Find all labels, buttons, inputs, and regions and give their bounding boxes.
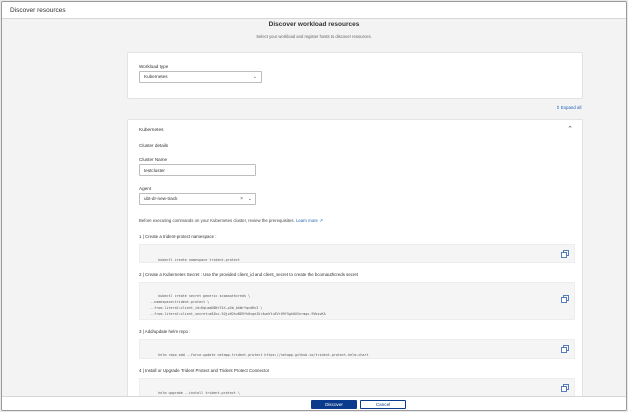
- agent-value: ubt-dr-new-track: [144, 196, 178, 201]
- step-3-code: helm repo add --force-update netapp-trid…: [158, 353, 369, 357]
- agent-select[interactable]: ubt-dr-new-track × ⌄: [139, 193, 256, 205]
- step-2-code: kubectl create secret generic scomauthcr…: [150, 294, 326, 316]
- step-2-code-block: kubectl create secret generic scomauthcr…: [139, 282, 575, 320]
- step-4-title: 4 | Install or Upgrade Trident Protect a…: [139, 368, 270, 373]
- cluster-name-label: Cluster Name: [139, 157, 168, 162]
- expand-all-link[interactable]: ⇕ Expand all: [556, 105, 581, 111]
- agent-label: Agent: [139, 186, 152, 191]
- workload-type-label: Workload type: [139, 64, 169, 69]
- chevron-down-icon: ⌄: [247, 196, 252, 202]
- step-3-code-block: helm repo add --force-update netapp-trid…: [139, 339, 575, 359]
- external-link-icon: ↗: [319, 218, 323, 223]
- footer-bar: Discover Cancel: [2, 396, 626, 410]
- kubernetes-card: Kubernetes ⌃ Cluster details Cluster Nam…: [127, 119, 583, 409]
- chevron-down-icon: ⌄: [252, 74, 257, 80]
- step-1-title: 1 | Create a trident-protect namespace :: [139, 234, 217, 239]
- cancel-button[interactable]: Cancel: [360, 400, 406, 409]
- copy-icon[interactable]: [561, 384, 569, 392]
- discover-button[interactable]: Discover: [311, 400, 357, 409]
- window-title: Discover resources: [2, 2, 626, 19]
- prerequisites-note: Before executing commands on your Kubern…: [139, 218, 323, 224]
- expand-all-label: Expand all: [560, 105, 582, 110]
- prerequisites-text: Before executing commands on your Kubern…: [139, 218, 295, 223]
- kubernetes-section-title: Kubernetes: [139, 128, 164, 133]
- step-3-title: 3 | Add/update helm repo :: [139, 329, 191, 334]
- copy-icon[interactable]: [561, 345, 569, 353]
- chevron-up-icon[interactable]: ⌃: [567, 125, 573, 133]
- discover-resources-window: Discover resources Discover workload res…: [1, 1, 627, 411]
- page-subtitle: Select your workload and register hosts …: [256, 34, 372, 39]
- expand-icon: ⇕: [556, 105, 560, 110]
- workload-type-card: Workload type Kubernetes ⌄: [127, 52, 583, 99]
- copy-icon[interactable]: [561, 295, 569, 303]
- step-1-code: kubectl create namespace trident-protect: [158, 258, 240, 262]
- cluster-name-input[interactable]: testcluster: [139, 164, 256, 176]
- clear-icon[interactable]: ×: [240, 196, 243, 202]
- learn-more-link[interactable]: Learn more: [296, 218, 318, 223]
- copy-icon[interactable]: [561, 249, 569, 258]
- step-1-code-block: kubectl create namespace trident-protect: [139, 244, 575, 263]
- cluster-details-heading: Cluster details: [139, 143, 169, 148]
- page-title: Discover workload resources: [268, 21, 360, 28]
- workload-type-select[interactable]: Kubernetes ⌄: [139, 71, 262, 83]
- workload-type-value: Kubernetes: [144, 74, 168, 79]
- step-2-title: 2 | Create a Kubernetes Secret : Use the…: [139, 272, 359, 277]
- page-header: Discover workload resources Select your …: [2, 21, 626, 39]
